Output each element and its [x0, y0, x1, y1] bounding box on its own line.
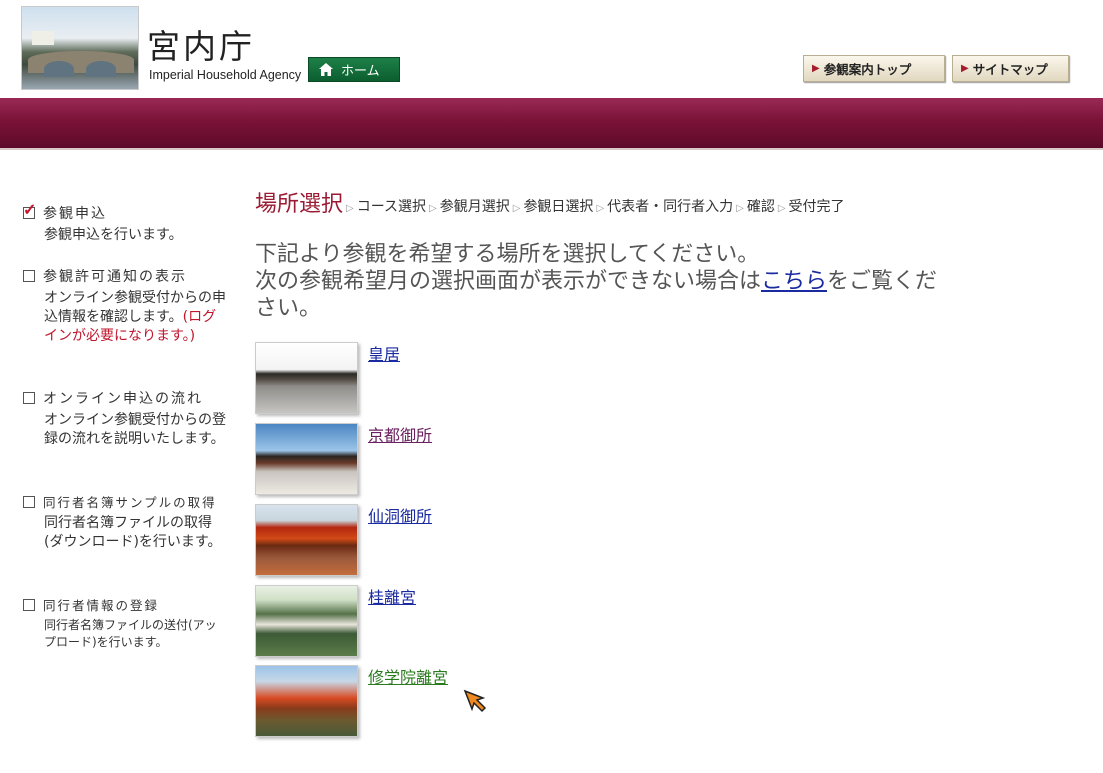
place-thumbnail[interactable] [255, 504, 358, 576]
org-name-ja: 宮内庁 [147, 27, 255, 66]
sidebar-item-title: 同行者名簿サンプルの取得 [43, 495, 217, 510]
place-thumbnail[interactable] [255, 423, 358, 495]
step-item: 参観月選択 [439, 199, 510, 215]
place-item-katsura[interactable]: 桂離宮 [255, 585, 416, 657]
logo-photo [21, 6, 139, 90]
step-item: 代表者・同行者入力 [607, 199, 734, 215]
step-arrow-icon: ▷ [777, 203, 786, 214]
visit-guide-top-button[interactable]: ▶ 参観案内トップ [803, 55, 945, 82]
place-thumbnail[interactable] [255, 585, 358, 657]
sidebar-item-title: 参観申込 [43, 206, 107, 222]
step-arrow-icon: ▷ [596, 203, 605, 214]
sitemap-label: サイトマップ [972, 62, 1048, 77]
place-item-kokyo[interactable]: 皇居 [255, 342, 400, 414]
sidebar-item-desc: オンライン参観受付からの登録の流れを説明いたします。 [44, 412, 226, 447]
visit-guide-top-label: 参観案内トップ [823, 62, 912, 77]
step-current: 場所選択 [255, 192, 344, 217]
place-thumbnail[interactable] [255, 665, 358, 737]
place-link[interactable]: 京都御所 [368, 422, 432, 495]
org-name-en: Imperial Household Agency [149, 68, 302, 82]
place-thumbnail[interactable] [255, 342, 358, 414]
place-item-sento-gosho[interactable]: 仙洞御所 [255, 504, 432, 576]
intro-line-2: 次の参観希望月の選択画面が表示ができない場合は [255, 269, 762, 294]
sidebar-item-online-flow[interactable]: オンライン申込の流れ オンライン参観受付からの登録の流れを説明いたします。 [23, 388, 228, 449]
checkbox-icon [23, 270, 35, 282]
intro-text: 下記より参観を希望する場所を選択してください。 次の参観希望月の選択画面が表示が… [255, 241, 955, 322]
step-item: 確認 [746, 199, 775, 215]
sidebar-item-companion-register[interactable]: 同行者情報の登録 同行者名簿ファイルの送付(アップロード)を行います。 [23, 595, 228, 651]
place-link[interactable]: 仙洞御所 [368, 503, 432, 576]
checkbox-icon [23, 495, 35, 508]
step-breadcrumb: 場所選択 ▷ コース選択 ▷ 参観月選択 ▷ 参観日選択 ▷ 代表者・同行者入力… [255, 186, 845, 218]
place-link[interactable]: 修学院離宮 [368, 664, 448, 737]
step-arrow-icon: ▷ [346, 203, 354, 214]
sidebar-item-desc: 同行者名簿ファイルの送付(アップロード)を行います。 [44, 618, 217, 649]
step-arrow-icon: ▷ [512, 203, 521, 214]
arrow-right-icon: ▶ [812, 63, 820, 74]
sidebar-item-permit-notice[interactable]: 参観許可通知の表示 オンライン参観受付からの申込情報を確認します。(ログインが必… [23, 266, 228, 346]
sidebar-item-title: 同行者情報の登録 [43, 598, 160, 613]
step-arrow-icon: ▷ [429, 203, 437, 214]
place-link[interactable]: 桂離宮 [368, 584, 416, 657]
step-item: コース選択 [356, 199, 427, 215]
step-arrow-icon: ▷ [736, 203, 744, 214]
sitemap-button[interactable]: ▶ サイトマップ [952, 55, 1069, 82]
sidebar-item-title: オンライン申込の流れ [43, 391, 203, 407]
step-item: 参観日選択 [523, 199, 594, 215]
checkbox-icon [23, 392, 35, 404]
sidebar-item-title: 参観許可通知の表示 [43, 269, 187, 285]
checkbox-icon [23, 598, 35, 611]
checkbox-checked-icon [23, 200, 38, 219]
place-item-kyoto-gosho[interactable]: 京都御所 [255, 423, 432, 495]
mouse-cursor-icon [463, 689, 487, 713]
home-button[interactable]: ホーム [308, 57, 400, 82]
sidebar-item-companion-sample[interactable]: 同行者名簿サンプルの取得 同行者名簿ファイルの取得(ダウンロード)を行います。 [23, 492, 228, 552]
home-icon [319, 63, 333, 76]
home-label: ホーム [341, 64, 380, 79]
step-item: 受付完了 [788, 199, 845, 215]
here-link[interactable]: こちら [761, 269, 827, 294]
sidebar-item-apply[interactable]: 参観申込 参観申込を行います。 [23, 200, 228, 245]
sidebar-item-desc: 同行者名簿ファイルの取得(ダウンロード)を行います。 [44, 515, 222, 550]
intro-line-1: 下記より参観を希望する場所を選択してください。 [255, 242, 760, 267]
place-link[interactable]: 皇居 [368, 341, 400, 414]
place-item-shugakuin[interactable]: 修学院離宮 [255, 665, 448, 737]
arrow-right-icon: ▶ [961, 63, 969, 74]
header-banner [0, 98, 1103, 150]
sidebar-item-desc: 参観申込を行います。 [44, 227, 183, 243]
